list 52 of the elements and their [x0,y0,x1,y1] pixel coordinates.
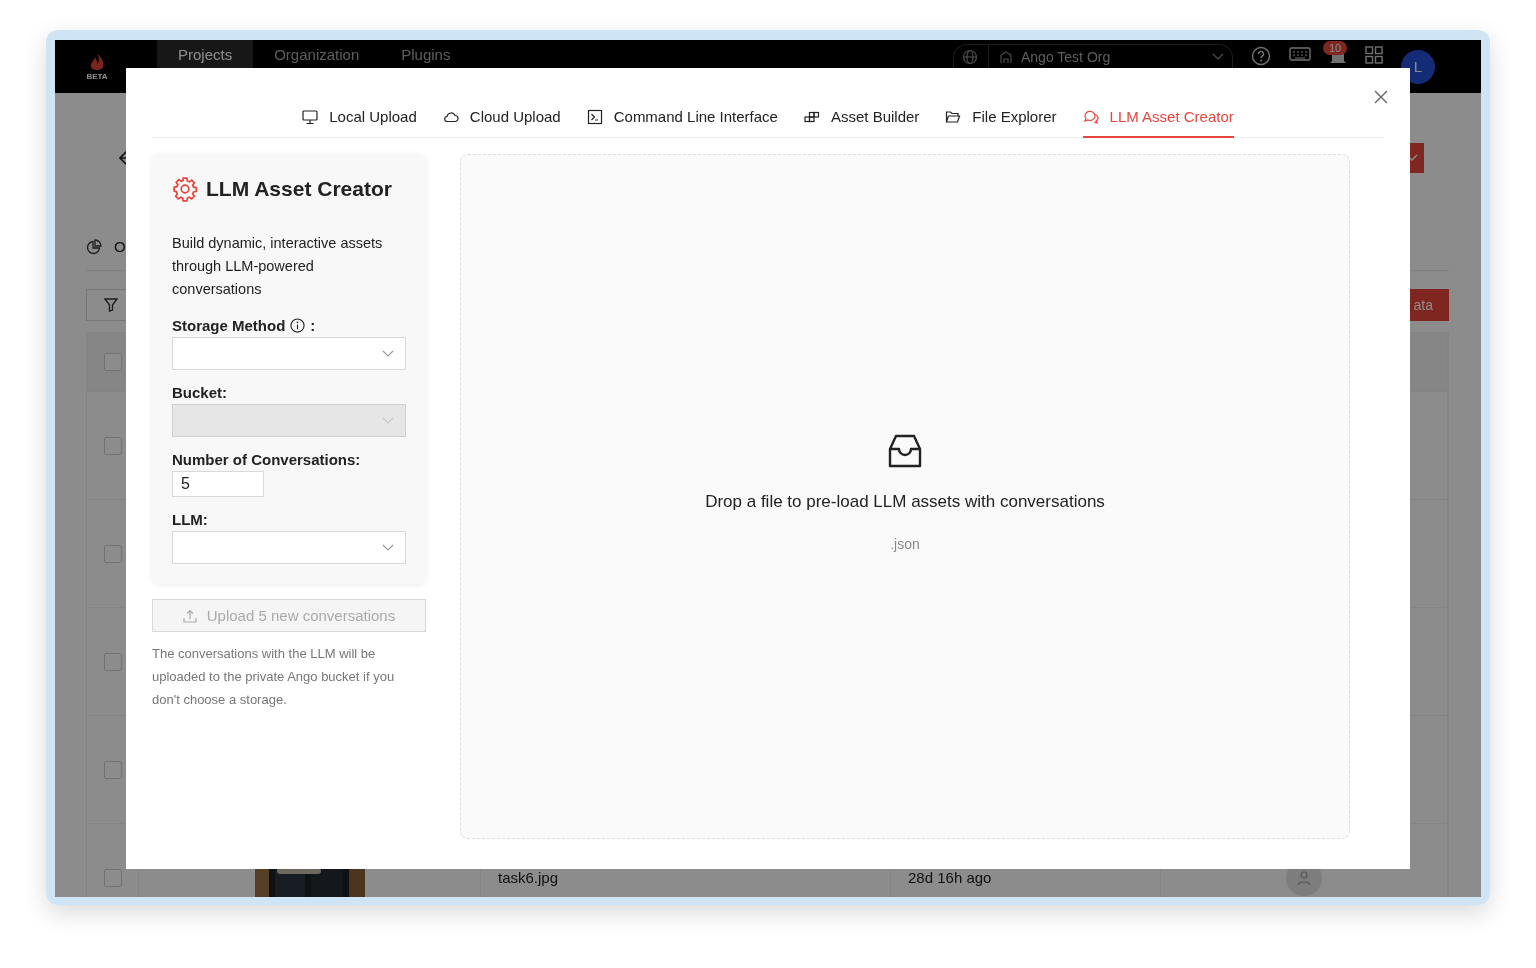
overview-tab[interactable]: O [114,238,126,255]
logo-caption: BETA [86,72,108,81]
notification-badge: 10 [1323,41,1348,55]
row-checkbox[interactable] [104,544,122,563]
flame-logo-icon [88,52,106,72]
chevron-down-icon [382,349,394,358]
number-input[interactable]: 5 [172,471,264,497]
field-label: Bucket: [172,384,227,401]
field-label: Number of Conversations: [172,451,361,468]
dropzone-text: Drop a file to pre-load LLM assets with conversations [705,491,1105,512]
chat-bubbles-icon [1082,108,1099,125]
label-colon: : [310,317,316,334]
gear-icon [172,176,198,202]
globe-icon [962,49,978,65]
info-icon[interactable] [290,318,306,333]
row-checkbox[interactable] [104,760,122,779]
building-icon [999,50,1013,64]
upload-icon [182,608,197,623]
chevron-down-icon [382,416,394,425]
monitor-icon [302,108,319,125]
help-icon[interactable] [1251,46,1271,66]
field-label: Storage Method [172,317,286,334]
tab[interactable]: Cloud Upload [442,98,561,138]
person-icon [1296,869,1312,886]
keyboard-icon[interactable] [1289,46,1311,62]
row-checkbox[interactable] [104,436,122,455]
tab[interactable]: Asset Builder [803,98,920,138]
time-ago: 28d 16h ago [908,869,992,886]
tab[interactable]: Local Upload [302,98,417,138]
terminal-icon [586,108,603,125]
filter-icon [103,298,118,312]
tab[interactable]: Command Line Interface [586,98,778,138]
storage-note: The conversations with the LLM will be uploaded to the private Ango bucket if you don't choose a storage. [152,645,396,709]
tab[interactable]: LLM Asset Creator [1082,98,1234,138]
close-icon[interactable] [1374,90,1388,104]
file-name: task6.jpg [498,869,559,886]
chevron-down-icon [1212,53,1224,61]
file-dropzone[interactable]: Drop a file to pre-load LLM assets with conversations .json [460,154,1350,839]
tab[interactable]: File Explorer [945,98,1057,138]
panel-title: LLM Asset Creator [206,177,392,201]
folder-icon [945,108,962,125]
panel-description: Build dynamic, interactive assets through LLM-powered conversations [172,234,384,299]
row-checkbox[interactable] [104,353,122,371]
row-checkbox[interactable] [104,868,122,887]
accepted-format: .json [890,535,920,552]
row-checkbox[interactable] [104,652,122,671]
field-label: LLM: [172,511,208,528]
pie-chart-icon [86,238,102,255]
chevron-down-icon [382,543,394,552]
grid-icon[interactable] [1365,46,1383,64]
select-field[interactable] [172,531,406,564]
select-field[interactable] [172,337,406,370]
